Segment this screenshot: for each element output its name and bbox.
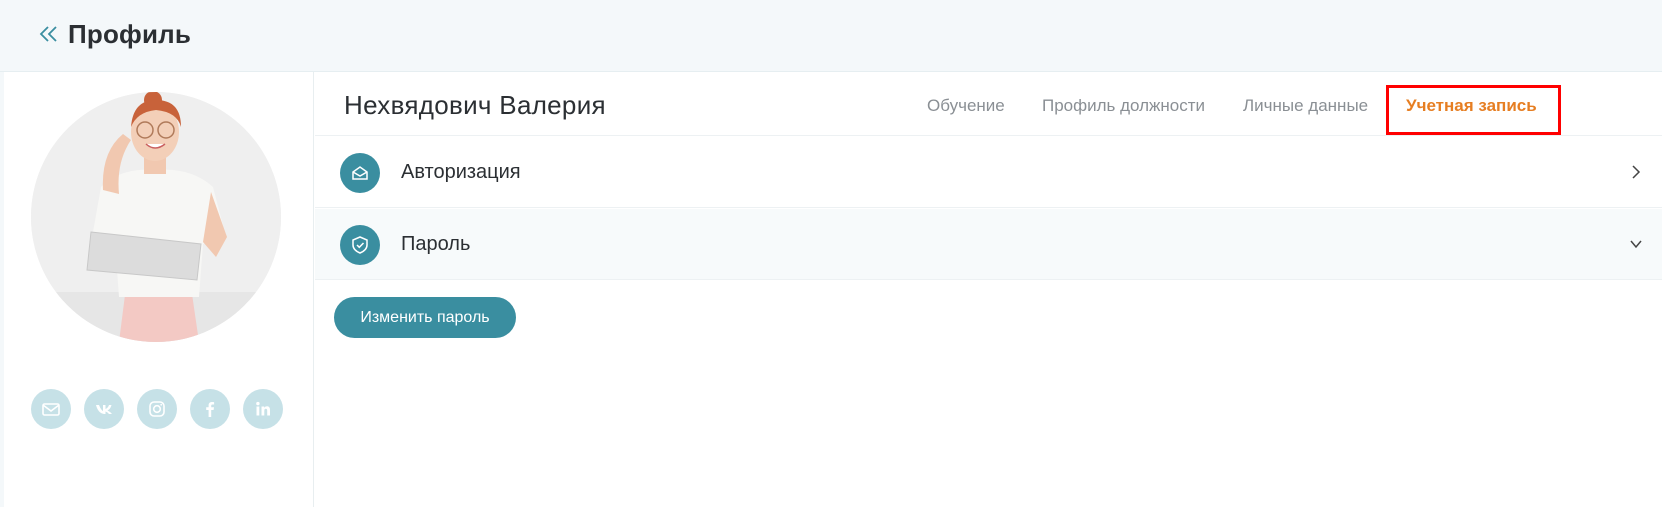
tab-highlight-box (1386, 85, 1561, 135)
chevron-down-icon (1628, 234, 1644, 254)
instagram-icon[interactable] (137, 389, 177, 429)
linkedin-icon[interactable] (243, 389, 283, 429)
accordion-label: Авторизация (401, 161, 521, 183)
profile-header: Нехвядович Валерия Обучение Профиль долж… (315, 72, 1662, 136)
main-content: Нехвядович Валерия Обучение Профиль долж… (315, 72, 1662, 507)
chevron-right-icon (1628, 162, 1644, 182)
page-title: Профиль (68, 19, 192, 49)
double-chevron-left-icon[interactable] (38, 22, 60, 46)
accordion-authorization[interactable]: Авторизация (315, 137, 1662, 208)
accordion-password[interactable]: Пароль (315, 209, 1662, 280)
facebook-icon[interactable] (190, 389, 230, 429)
social-links (31, 389, 283, 429)
shield-check-icon (340, 225, 380, 265)
accordion-label: Пароль (401, 233, 471, 255)
user-name: Нехвядович Валерия (344, 90, 606, 120)
change-password-button[interactable]: Изменить пароль (334, 297, 516, 338)
envelope-open-icon (340, 153, 380, 193)
tab-personal-data[interactable]: Личные данные (1243, 96, 1368, 116)
avatar (31, 92, 281, 342)
tab-training[interactable]: Обучение (927, 96, 1005, 116)
tab-job-profile[interactable]: Профиль должности (1042, 96, 1205, 116)
vk-icon[interactable] (84, 389, 124, 429)
mail-icon[interactable] (31, 389, 71, 429)
top-bar: Профиль (0, 0, 1662, 72)
